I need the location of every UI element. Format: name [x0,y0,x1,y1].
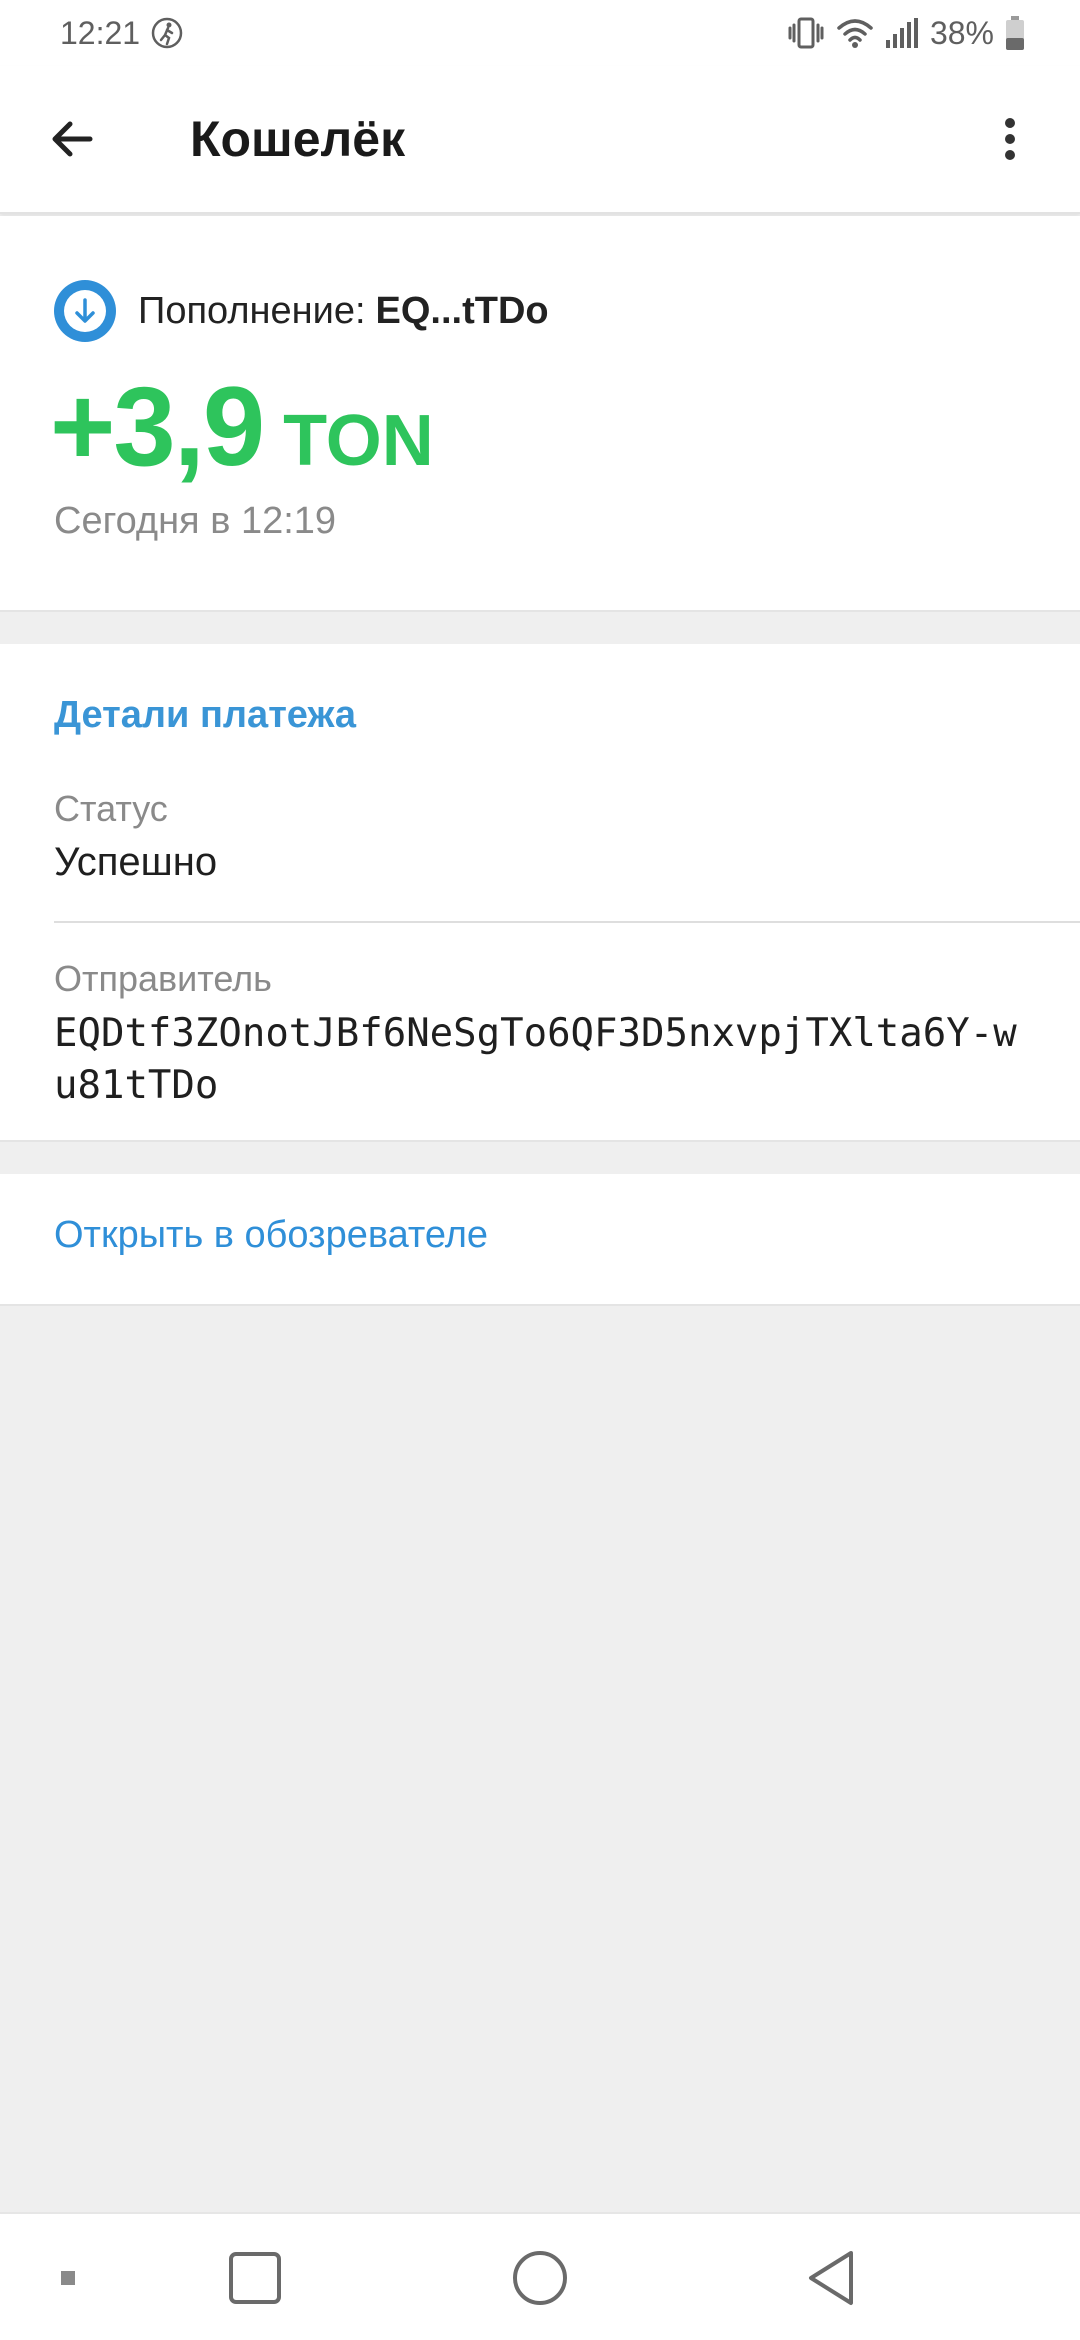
transaction-header: Пополнение: EQ...tTDo [54,280,549,342]
more-options-button[interactable] [970,97,1050,181]
explorer-section[interactable]: Открыть в обозревателе [0,1174,1080,1306]
nav-back-button[interactable] [786,2214,876,2340]
circle-icon [513,2251,567,2305]
transaction-summary: Пополнение: EQ...tTDo +3,9 TON Сегодня в… [0,216,1080,612]
signal-icon [884,16,920,50]
transaction-type: Пополнение: [138,289,366,332]
incoming-arrow-icon [54,280,116,342]
vibrate-icon [786,16,826,50]
battery-percent: 38% [929,14,994,51]
navigation-bar [0,2212,1080,2340]
triangle-back-icon [809,2251,853,2305]
wifi-icon [836,16,874,50]
square-icon [229,2252,281,2304]
status-left: 12:21 [60,15,184,52]
divider [54,921,1080,923]
transaction-address: EQ...tTDo [375,289,549,332]
status-bar: 12:21 38% [0,0,1080,66]
amount-currency: TON [283,401,434,481]
small-square-icon [61,2271,75,2285]
arrow-left-icon [52,121,93,157]
more-vertical-icon [1005,118,1015,160]
sender-label: Отправитель [54,958,272,999]
activity-icon [150,16,184,50]
amount: +3,9 TON [50,362,434,491]
payment-details: Детали платежа Статус Успешно Отправител… [0,644,1080,1142]
details-heading: Детали платежа [54,694,356,736]
page-title: Кошелёк [190,111,406,167]
status-value[interactable]: Успешно [54,840,217,885]
nav-extra-button[interactable] [40,2214,96,2340]
status-label: Статус [54,788,168,829]
status-time: 12:21 [60,14,141,51]
app-bar: Кошелёк [0,66,1080,214]
sender-address[interactable]: EQDtf3ZOnotJBf6NeSgTo6QF3D5nxvpjTXlta6Y-… [54,1008,1034,1112]
back-button[interactable] [30,97,114,181]
transaction-date: Сегодня в 12:19 [54,500,337,542]
open-in-explorer-link[interactable]: Открыть в обозревателе [54,1214,488,1257]
nav-recents-button[interactable] [210,2214,300,2340]
battery-icon [1004,15,1026,51]
amount-value: +3,9 [50,364,265,489]
nav-home-button[interactable] [495,2214,585,2340]
status-right: 38% [786,15,1026,52]
